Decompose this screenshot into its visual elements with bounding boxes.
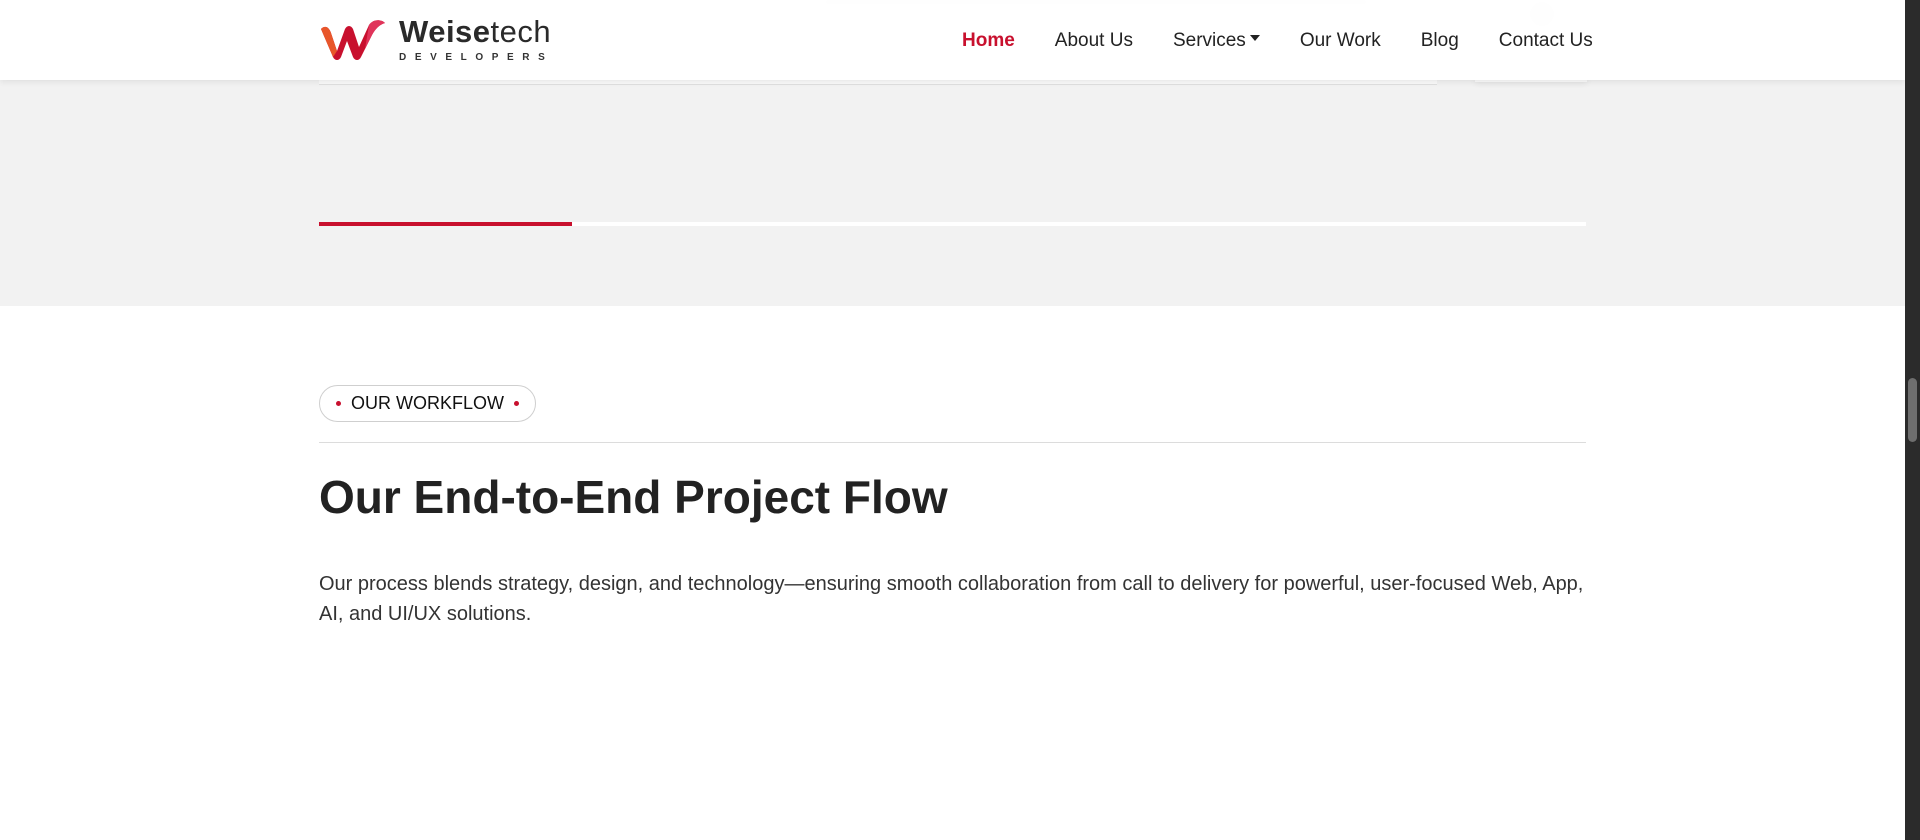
badge-dot-right (514, 401, 519, 406)
section-badge: OUR WORKFLOW (319, 385, 536, 422)
slider-progress-track (319, 222, 1586, 226)
badge-dot-left (336, 401, 341, 406)
chevron-down-icon (1249, 34, 1260, 41)
nav-item-services-label: Services (1172, 30, 1246, 51)
logo-tagline: DEVELOPERS (399, 51, 554, 63)
nav-item-blog[interactable]: Blog (1421, 30, 1459, 52)
nav-item-our-work[interactable]: Our Work (1300, 30, 1381, 52)
nav-item-contact-us[interactable]: Contact Us (1499, 30, 1593, 52)
nav-item-about-us[interactable]: About Us (1055, 30, 1133, 52)
section-divider (319, 442, 1586, 443)
nav-item-home[interactable]: Home (962, 30, 1015, 52)
page-scrollbar[interactable] (1905, 0, 1920, 840)
nav-item-services[interactable]: Services (1173, 30, 1260, 52)
logo[interactable]: Weisetech DEVELOPERS (319, 14, 553, 64)
main-nav: Home About Us Services Our Work Blog Con… (962, 30, 1593, 52)
weisetech-logo-icon (321, 20, 385, 60)
section-description: Our process blends strategy, design, and… (319, 573, 1584, 625)
scrollbar-thumb[interactable] (1908, 378, 1917, 442)
slider-progress-fill (319, 222, 573, 226)
navbar: Weisetech DEVELOPERS Home About Us Servi… (0, 0, 1905, 80)
logo-wordmark: Weisetech (399, 13, 552, 49)
section-title: Our End-to-End Project Flow (319, 471, 948, 523)
section-badge-label: OUR WORKFLOW (351, 393, 504, 413)
